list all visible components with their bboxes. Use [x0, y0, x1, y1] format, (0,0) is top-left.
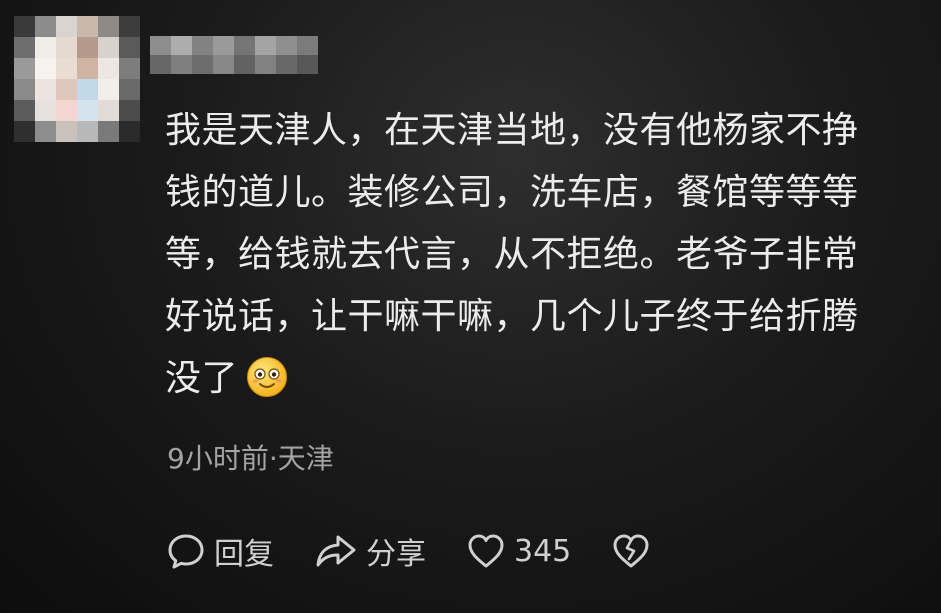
avatar-pixel	[119, 16, 140, 37]
avatar-pixel	[35, 58, 56, 79]
avatar-pixel	[56, 37, 77, 58]
username-pixel	[213, 36, 234, 55]
comment-line: 等，给钱就去代言，从不拒绝。老爷子非常	[165, 234, 859, 275]
avatar-pixel	[14, 16, 35, 37]
avatar-pixel	[14, 79, 35, 100]
avatar-pixel	[119, 79, 140, 100]
comment-line: 好说话，让干嘛干嘛，几个儿子终于给折腾	[165, 296, 859, 337]
avatar-pixel	[77, 58, 98, 79]
avatar-pixel	[56, 16, 77, 37]
reply-button[interactable]: 回复	[166, 529, 274, 573]
share-arrow-icon	[316, 535, 356, 567]
like-button[interactable]: 345	[466, 531, 571, 571]
avatar-pixel	[56, 79, 77, 100]
avatar-pixel	[14, 121, 35, 142]
username-pixel	[234, 55, 255, 74]
username-pixel	[171, 55, 192, 74]
avatar-pixel	[98, 121, 119, 142]
share-button[interactable]: 分享	[314, 529, 426, 573]
username-pixel	[276, 55, 297, 74]
username-pixel	[192, 36, 213, 55]
username-pixel	[150, 55, 171, 74]
avatar-pixel	[14, 37, 35, 58]
avatar-pixel	[77, 16, 98, 37]
username-pixel	[192, 55, 213, 74]
username-pixel	[213, 55, 234, 74]
avatar-pixel	[14, 100, 35, 121]
heart-icon	[468, 534, 504, 568]
avatar[interactable]	[14, 16, 140, 142]
broken-heart-icon	[613, 534, 649, 568]
avatar-pixel	[35, 100, 56, 121]
avatar-pixel	[119, 121, 140, 142]
avatar-pixel	[98, 58, 119, 79]
smiling-face-emoji-icon	[247, 357, 288, 397]
avatar-pixel	[77, 100, 98, 121]
comment-text: 我是天津人，在天津当地，没有他杨家不挣 钱的道儿。装修公司，洗车店，餐馆等等等 …	[165, 100, 910, 410]
avatar-pixel	[56, 121, 77, 142]
username-pixel	[255, 36, 276, 55]
avatar-pixel	[119, 100, 140, 121]
comment-bubble-icon	[168, 534, 204, 569]
avatar-pixel	[14, 58, 35, 79]
dislike-button[interactable]	[611, 531, 651, 571]
avatar-pixel	[77, 37, 98, 58]
comment-line: 我是天津人，在天津当地，没有他杨家不挣	[165, 110, 859, 151]
comment-line: 钱的道儿。装修公司，洗车店，餐馆等等等	[165, 172, 859, 213]
username-pixel	[171, 36, 192, 55]
like-count: 345	[514, 533, 572, 569]
avatar-pixel	[77, 79, 98, 100]
avatar-pixel	[35, 16, 56, 37]
avatar-pixel	[98, 79, 119, 100]
username-pixel	[297, 36, 318, 55]
username-blurred[interactable]	[150, 36, 318, 74]
username-pixel	[234, 36, 255, 55]
avatar-pixel	[119, 58, 140, 79]
avatar-pixel	[98, 37, 119, 58]
avatar-pixel	[77, 121, 98, 142]
comment-meta: 9小时前·天津	[167, 442, 334, 475]
username-pixel	[276, 36, 297, 55]
avatar-pixel	[98, 16, 119, 37]
avatar-pixel	[35, 79, 56, 100]
avatar-pixel	[56, 58, 77, 79]
comment-line: 没了	[165, 358, 239, 399]
avatar-pixel	[98, 100, 119, 121]
action-bar: 回复 分享 345	[166, 528, 651, 574]
avatar-pixel	[35, 121, 56, 142]
reply-label: 回复	[214, 537, 274, 572]
share-label: 分享	[366, 537, 426, 572]
username-pixel	[297, 55, 318, 74]
avatar-pixel	[35, 37, 56, 58]
avatar-pixel	[119, 37, 140, 58]
avatar-pixel	[56, 100, 77, 121]
username-pixel	[255, 55, 276, 74]
username-pixel	[150, 36, 171, 55]
